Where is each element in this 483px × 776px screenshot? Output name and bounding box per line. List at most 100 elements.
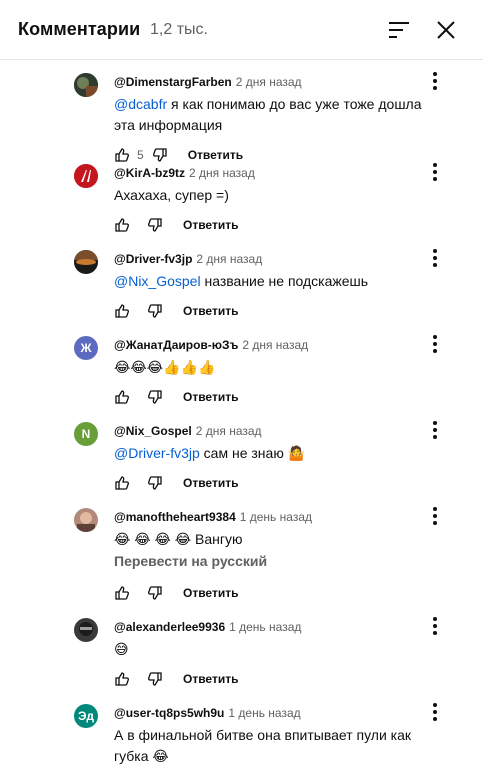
author-line: @user-tq8ps5wh9u 1 день назад — [114, 706, 301, 720]
comment-time[interactable]: 1 день назад — [229, 620, 301, 634]
dislike-icon[interactable] — [147, 389, 163, 405]
comment-item: Ж @ЖанатДаиров-юЗъ 2 дня назад 😂😂😂👍👍👍 Отв… — [0, 335, 483, 429]
comment-text: А в финальной битве она впитывает пули к… — [114, 725, 444, 767]
avatar[interactable] — [74, 73, 98, 97]
avatar[interactable] — [74, 250, 98, 274]
comment-text: @Driver-fv3jp сам не знаю 🤷 — [114, 443, 444, 464]
comment-actions: Ответить — [114, 583, 238, 603]
like-icon[interactable] — [114, 389, 130, 405]
like-count: 5 — [137, 148, 144, 162]
comment-time[interactable]: 2 дня назад — [242, 338, 308, 352]
sort-icon[interactable] — [386, 17, 412, 43]
avatar[interactable] — [74, 508, 98, 532]
comment-item: @alexanderlee9936 1 день назад 😅 Ответить — [0, 617, 483, 711]
more-actions-icon[interactable] — [428, 702, 442, 722]
comment-body: 😂 😂 😂 😂 Вангую — [114, 531, 243, 547]
comment-body: А в финальной битве она впитывает пули к… — [114, 727, 412, 764]
comment-actions: Ответить — [114, 301, 238, 321]
dislike-icon[interactable] — [152, 147, 168, 163]
comment-time[interactable]: 1 день назад — [240, 510, 312, 524]
comment-item: @manoftheheart9384 1 день назад 😂 😂 😂 😂 В… — [0, 507, 483, 625]
avatar[interactable]: Ж — [74, 336, 98, 360]
reply-button[interactable]: Ответить — [188, 148, 243, 162]
comments-count: 1,2 тыс. — [150, 21, 208, 38]
avatar[interactable]: Эд — [74, 704, 98, 728]
like-icon[interactable] — [114, 671, 130, 687]
more-actions-icon[interactable] — [428, 616, 442, 636]
more-actions-icon[interactable] — [428, 162, 442, 182]
comment-body: название не подскажешь — [200, 273, 369, 289]
author-line: @DimenstargFarben 2 дня назад — [114, 75, 302, 89]
comment-body: Ахахаха, супер =) — [114, 187, 229, 203]
avatar[interactable] — [74, 164, 98, 188]
comment-text: 😂😂😂👍👍👍 — [114, 357, 444, 378]
translate-link[interactable]: Перевести на русский — [114, 553, 267, 569]
dislike-icon[interactable] — [147, 671, 163, 687]
comment-author[interactable]: @KirA-bz9tz — [114, 166, 185, 180]
comment-body: 😂😂😂👍👍👍 — [114, 359, 216, 375]
comment-time[interactable]: 2 дня назад — [196, 424, 262, 438]
comment-mention[interactable]: @dcabfr — [114, 96, 167, 112]
author-line: @alexanderlee9936 1 день назад — [114, 620, 301, 634]
comment-time[interactable]: 2 дня назад — [196, 252, 262, 266]
comment-item: @KirA-bz9tz 2 дня назад Ахахаха, супер =)… — [0, 163, 483, 257]
author-line: @ЖанатДаиров-юЗъ 2 дня назад — [114, 338, 308, 352]
comment-actions: Ответить — [114, 473, 238, 493]
like-icon[interactable] — [114, 217, 130, 233]
avatar-letter: Ж — [80, 341, 92, 355]
like-icon[interactable] — [114, 303, 130, 319]
comment-author[interactable]: @user-tq8ps5wh9u — [114, 706, 224, 720]
comment-author[interactable]: @Nix_Gospel — [114, 424, 192, 438]
close-icon[interactable] — [433, 17, 459, 43]
comment-item: @DimenstargFarben 2 дня назад @dcabfr я к… — [0, 61, 483, 162]
reply-button[interactable]: Ответить — [183, 218, 238, 232]
more-actions-icon[interactable] — [428, 506, 442, 526]
comment-body: 😅 — [114, 641, 129, 657]
comment-author[interactable]: @alexanderlee9936 — [114, 620, 225, 634]
comment-mention[interactable]: @Nix_Gospel — [114, 273, 201, 289]
like-icon[interactable] — [114, 147, 130, 163]
like-icon[interactable] — [114, 585, 130, 601]
dislike-icon[interactable] — [147, 475, 163, 491]
author-line: @manoftheheart9384 1 день назад — [114, 510, 312, 524]
comment-time[interactable]: 1 день назад — [228, 706, 300, 720]
comment-actions: 5 Ответить — [114, 145, 243, 165]
more-actions-icon[interactable] — [428, 420, 442, 440]
comments-title: Комментарии — [18, 19, 141, 39]
author-line: @KirA-bz9tz 2 дня назад — [114, 166, 255, 180]
dislike-icon[interactable] — [147, 585, 163, 601]
comment-author[interactable]: @Driver-fv3jp — [114, 252, 192, 266]
dislike-icon[interactable] — [147, 303, 163, 319]
reply-button[interactable]: Ответить — [183, 476, 238, 490]
comment-item: N @Nix_Gospel 2 дня назад @Driver-fv3jp с… — [0, 421, 483, 515]
more-actions-icon[interactable] — [428, 71, 442, 91]
reply-button[interactable]: Ответить — [183, 390, 238, 404]
more-actions-icon[interactable] — [428, 334, 442, 354]
reply-button[interactable]: Ответить — [183, 672, 238, 686]
comment-author[interactable]: @DimenstargFarben — [114, 75, 232, 89]
comment-text: Ахахаха, супер =) — [114, 185, 444, 206]
avatar[interactable]: N — [74, 422, 98, 446]
dislike-icon[interactable] — [147, 217, 163, 233]
comment-item: @Driver-fv3jp 2 дня назад @Nix_Gospel наз… — [0, 249, 483, 343]
comment-item: Эд @user-tq8ps5wh9u 1 день назад А в фина… — [0, 703, 483, 776]
comment-author[interactable]: @manoftheheart9384 — [114, 510, 236, 524]
comment-time[interactable]: 2 дня назад — [189, 166, 255, 180]
comment-text: @dcabfr я как понимаю до вас уже тоже до… — [114, 94, 444, 136]
reply-button[interactable]: Ответить — [183, 586, 238, 600]
comments-header: Комментарии 1,2 тыс. — [0, 0, 483, 60]
more-actions-icon[interactable] — [428, 248, 442, 268]
comment-list: @DimenstargFarben 2 дня назад @dcabfr я к… — [0, 61, 483, 776]
avatar[interactable] — [74, 618, 98, 642]
comment-time[interactable]: 2 дня назад — [236, 75, 302, 89]
comment-text: 😂 😂 😂 😂 Вангую — [114, 529, 444, 550]
reply-button[interactable]: Ответить — [183, 304, 238, 318]
comment-mention[interactable]: @Driver-fv3jp — [114, 445, 200, 461]
comment-author[interactable]: @ЖанатДаиров-юЗъ — [114, 338, 238, 352]
comment-text: @Nix_Gospel название не подскажешь — [114, 271, 444, 292]
author-line: @Nix_Gospel 2 дня назад — [114, 424, 262, 438]
comment-actions: Ответить — [114, 215, 238, 235]
like-icon[interactable] — [114, 475, 130, 491]
comment-actions: Ответить — [114, 387, 238, 407]
comment-text: 😅 — [114, 639, 444, 660]
